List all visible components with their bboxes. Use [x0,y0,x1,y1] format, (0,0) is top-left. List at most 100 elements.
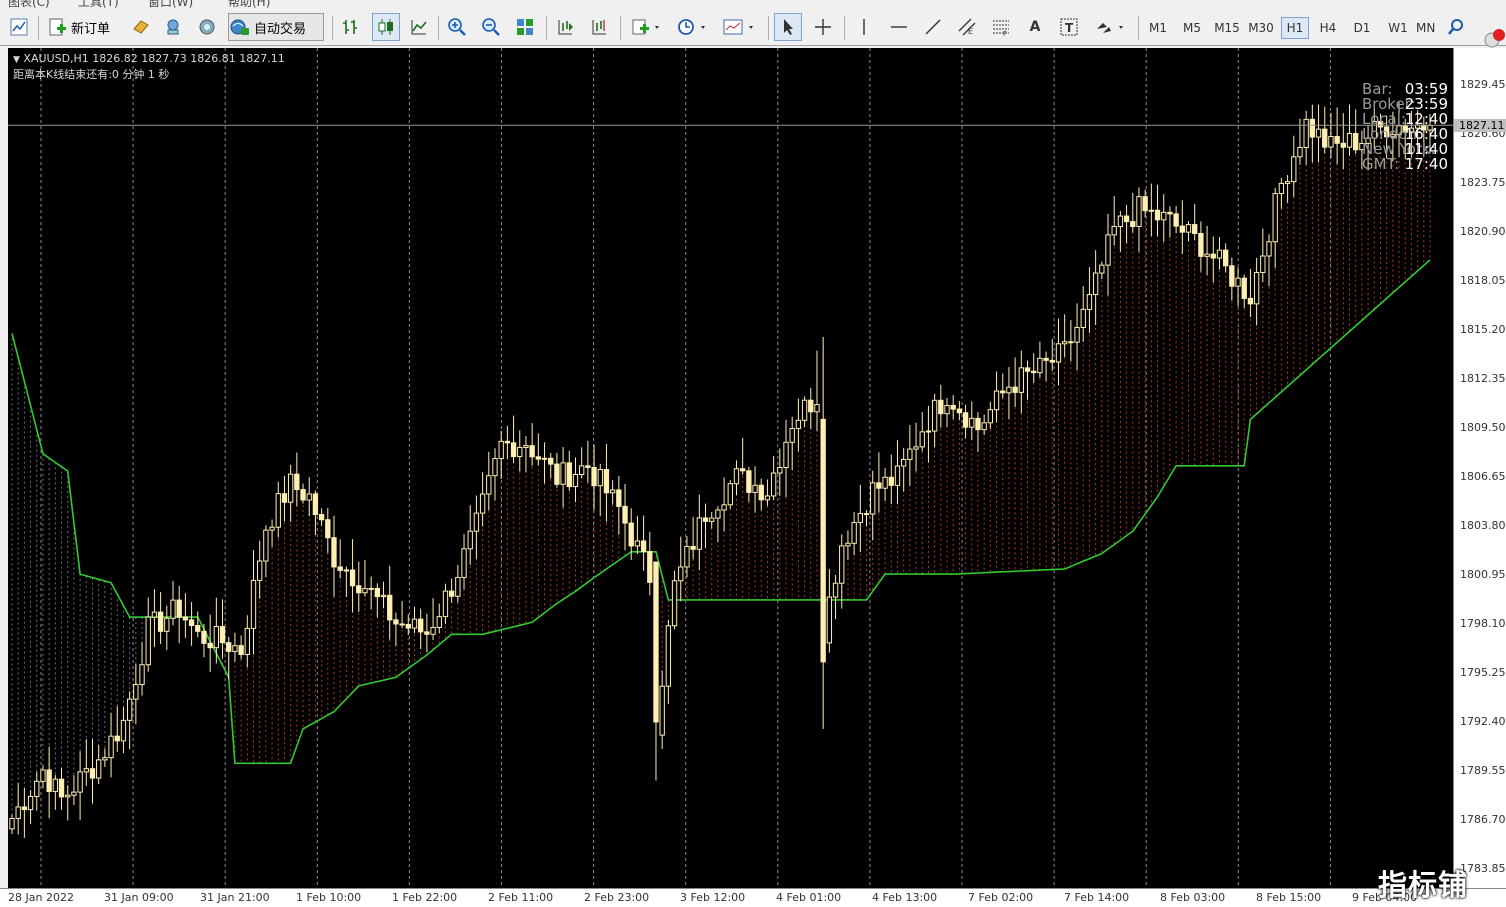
price-tick-label: 1806.65 [1460,470,1506,483]
candle-body [1012,386,1018,393]
candle-body [715,509,721,519]
horizontal-line-icon[interactable] [886,13,912,41]
auto-trading-button[interactable]: 自动交易 [228,13,324,41]
candle-body [1309,118,1316,138]
candle-body [34,780,40,797]
timeframe-m1[interactable]: M1 [1144,17,1172,39]
candle-body [1346,133,1353,148]
candle-body [294,473,300,491]
candle-body [96,759,102,779]
menu-chart[interactable]: 图表(C) [8,0,50,8]
zoom-out-icon[interactable] [478,13,504,41]
new-order-button[interactable]: 新订单 [46,13,124,41]
candle-body [1031,370,1037,374]
text-label-icon[interactable]: T [1056,13,1082,41]
candle-body [467,530,473,550]
time-tick-label: 31 Jan 21:00 [200,891,270,904]
equidistant-channel-icon[interactable]: E [954,13,980,41]
periods-dropdown[interactable] [672,13,712,41]
candle-body [430,626,436,635]
timeframe-m5[interactable]: M5 [1178,17,1206,39]
candle-body [473,512,480,532]
candlestick-chart-icon[interactable] [372,13,400,41]
candle-body [418,618,424,633]
candle-body [46,769,52,792]
candle-body [83,768,89,773]
candle-body [919,431,925,448]
tile-windows-icon[interactable] [512,13,538,41]
text-icon[interactable]: A [1022,13,1048,41]
timeframe-h4[interactable]: H4 [1314,17,1342,39]
time-tick-label: 8 Feb 15:00 [1256,891,1322,904]
crosshair-icon[interactable] [810,13,836,41]
candle-body [721,504,727,511]
line-chart-icon[interactable] [406,13,432,41]
chart-shift-icon[interactable] [586,13,612,41]
candle-body [1353,133,1359,151]
candle-body [1210,253,1216,259]
candle-body [1167,211,1173,215]
cursor-icon[interactable] [774,13,802,41]
timeframe-w1[interactable]: W1 [1384,17,1412,39]
candle-body [1253,272,1260,305]
time-tick-label: 4 Feb 01:00 [776,891,842,904]
data-window-icon[interactable] [160,13,186,41]
candle-body [207,642,213,649]
timeframe-d1[interactable]: D1 [1348,17,1376,39]
candle-body [1123,215,1130,223]
notification-icon[interactable] [1483,28,1505,48]
templates-dropdown[interactable] [718,13,760,41]
auto-scroll-icon[interactable] [552,13,578,41]
chart-properties-icon[interactable] [6,13,32,41]
menu-window[interactable]: 窗口(W) [148,0,193,8]
toolbar: 新订单 自动交易 E F A T M1 M5 M15 M30 H1 H4 D1 … [0,8,1506,48]
search-icon[interactable] [1444,13,1468,41]
candle-body [1322,128,1328,148]
candle-body [1297,146,1303,158]
timeframe-m30[interactable]: M30 [1244,17,1278,39]
candle-body [182,616,189,621]
candle-body [529,445,535,458]
candle-body [777,467,783,474]
candle-body [232,645,238,652]
candle-body [498,440,504,460]
timeframe-m15[interactable]: M15 [1210,17,1244,39]
candle-body [622,505,628,524]
candle-body [1049,359,1055,363]
candle-body [1303,118,1309,148]
timeframe-mn[interactable]: MN [1416,17,1438,39]
timeframe-h1[interactable]: H1 [1281,17,1309,39]
time-tick-label: 28 Jan 2022 [8,891,74,904]
candle-body [962,412,969,428]
menu-tools[interactable]: 工具(T) [78,0,119,8]
candle-body [801,399,808,421]
candle-body [665,625,672,687]
candle-body [727,483,733,506]
candle-body [269,526,275,531]
price-tick-label: 1789.55 [1460,764,1506,777]
svg-text:E: E [968,27,973,36]
price-tick-label: 1820.90 [1460,225,1506,238]
candle-body [1074,326,1080,343]
candle-body [746,470,752,493]
candle-body [486,475,492,495]
menu-help[interactable]: 帮助(H) [228,0,270,8]
candle-body [789,428,795,443]
candle-body [888,476,894,486]
arrows-dropdown[interactable] [1090,13,1130,41]
indicators-dropdown[interactable] [626,13,666,41]
zoom-in-icon[interactable] [444,13,470,41]
trendline-icon[interactable] [920,13,946,41]
candle-body [1222,249,1229,267]
candle-body [1272,193,1278,243]
vertical-line-icon[interactable] [852,13,876,41]
bar-chart-icon[interactable] [338,13,364,41]
candle-body [157,611,164,632]
chart-area[interactable]: ▼ XAUUSD,H1 1826.82 1827.73 1826.81 1827… [8,48,1453,888]
navigator-icon[interactable] [194,13,220,41]
candle-body [1315,128,1322,138]
price-chart [8,48,1453,888]
candle-body [913,446,919,450]
market-watch-icon[interactable] [128,13,154,41]
fibonacci-icon[interactable]: F [988,13,1014,41]
